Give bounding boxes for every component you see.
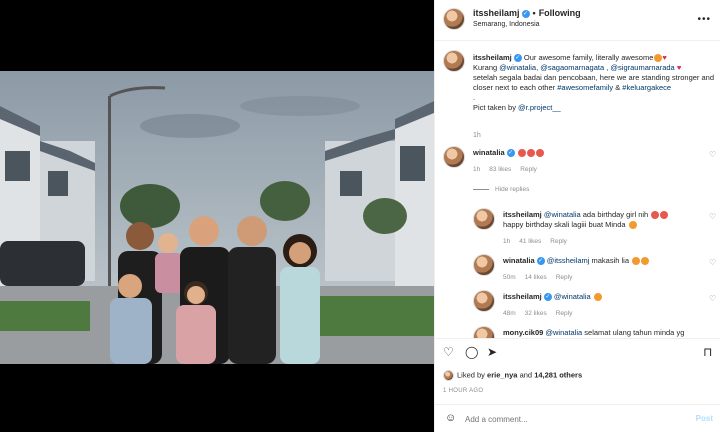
avatar[interactable] xyxy=(473,326,495,338)
heart-icon[interactable]: ♡ xyxy=(709,258,716,268)
mention-link[interactable]: @itssheilamj xyxy=(547,256,590,265)
reply-comment: mony.cik09 @winatalia selamat ulang tahu… xyxy=(473,326,719,338)
avatar[interactable] xyxy=(443,146,465,168)
comment-time[interactable]: 1h xyxy=(503,238,510,245)
reply-comment: itssheilamj @winatalia ada birthday girl… xyxy=(473,208,719,250)
reply-button[interactable]: Reply xyxy=(556,274,573,281)
caption-word: & xyxy=(615,83,621,92)
caption-username[interactable]: itssheilamj xyxy=(473,53,512,62)
following-button[interactable]: Following xyxy=(539,8,581,18)
reply-button[interactable]: Reply xyxy=(556,310,573,317)
comment-text: ada birthday girl nih xyxy=(582,210,649,219)
emoji-icon xyxy=(632,257,641,266)
header-username[interactable]: itssheilamj xyxy=(473,8,520,18)
emoji-icon xyxy=(526,149,535,158)
post-header: itssheilamj ✓ • Following Semarang, Indones… xyxy=(435,0,720,41)
avatar[interactable] xyxy=(473,208,495,230)
comment-likes[interactable]: 41 likes xyxy=(519,238,541,245)
hashtag-link[interactable]: #awesomefamily xyxy=(557,83,613,92)
heart-emoji-icon: ♥ xyxy=(662,53,667,62)
heart-icon[interactable]: ♡ xyxy=(709,150,716,160)
mention-link[interactable]: @r.project__ xyxy=(518,103,561,112)
heart-icon[interactable]: ♡ xyxy=(709,212,716,222)
avatar[interactable] xyxy=(473,254,495,276)
caption-word: . xyxy=(473,93,476,102)
post-modal: itssheilamj ✓ • Following Semarang, Indones… xyxy=(0,0,720,432)
liker-username[interactable]: erie_nya xyxy=(487,370,517,379)
comment-username[interactable]: winatalia xyxy=(503,256,535,265)
separator-dot: • xyxy=(532,8,536,18)
comment-username[interactable]: itssheilamj xyxy=(503,210,542,219)
post-button[interactable]: Post xyxy=(696,414,713,423)
mention-link[interactable]: @winatalia xyxy=(544,210,581,219)
comment-username[interactable]: itssheilamj xyxy=(503,292,542,301)
emoji-icon xyxy=(641,257,650,266)
emoji-icon xyxy=(660,211,669,220)
smile-icon[interactable]: ☺ xyxy=(445,412,456,424)
mention-link[interactable]: @sagaomarnagata xyxy=(540,63,604,72)
mention-link[interactable]: @sigraumarnarada xyxy=(610,63,674,72)
comment-time[interactable]: 48m xyxy=(503,310,516,317)
comment-text: makasih lia xyxy=(591,256,630,265)
add-comment-bar: ☺ Post xyxy=(435,404,720,432)
likes-and: and xyxy=(519,370,533,380)
comments-list[interactable]: itssheilamj ✓ Our awesome family, literal… xyxy=(435,42,720,338)
likes-summary: Liked by erie_nya and 14,281 others xyxy=(443,370,582,381)
emoji-icon xyxy=(628,221,637,230)
post-timestamp[interactable]: 1 HOUR AGO xyxy=(443,388,483,394)
likes-prefix: Liked by xyxy=(457,370,485,380)
reply-comment: winatalia ✓ @itssheilamj makasih lia 50m 1… xyxy=(473,254,719,286)
reply-comment: itssheilamj ✓ @winatalia 48m 32 likes Reply… xyxy=(473,290,719,322)
verified-icon: ✓ xyxy=(536,257,545,266)
avatar[interactable] xyxy=(443,50,465,72)
comment-input[interactable] xyxy=(465,412,665,426)
likes-count[interactable]: 14,281 others xyxy=(534,370,582,379)
bookmark-icon[interactable]: ⊓ xyxy=(703,346,712,358)
media-panel xyxy=(0,0,434,432)
comment-username[interactable]: mony.cik09 xyxy=(503,328,543,337)
comment-time[interactable]: 1h xyxy=(473,166,480,173)
reply-button[interactable]: Reply xyxy=(550,238,567,245)
comment-likes[interactable]: 14 likes xyxy=(525,274,547,281)
verified-icon: ✓ xyxy=(543,293,552,302)
verified-icon: ✓ xyxy=(513,54,522,63)
emoji-icon xyxy=(593,293,602,302)
comment: winatalia ✓ 1h 83 likes Reply ♡ xyxy=(443,146,719,176)
verified-icon: ✓ xyxy=(521,9,530,18)
post-photo[interactable] xyxy=(0,71,434,364)
avatar[interactable] xyxy=(443,8,465,30)
heart-icon[interactable]: ♡ xyxy=(709,294,716,304)
caption-text: itssheilamj ✓ Our awesome family, literal… xyxy=(473,53,715,112)
verified-icon: ✓ xyxy=(506,149,515,158)
emoji-icon xyxy=(517,149,526,158)
comment-text: happy birthday skali lagiii buat Minda xyxy=(503,220,626,229)
share-icon[interactable]: ➤ xyxy=(487,346,497,358)
mention-link[interactable]: @winatalia xyxy=(499,63,536,72)
comment-username[interactable]: winatalia xyxy=(473,148,505,157)
heart-emoji-icon: ♥ xyxy=(676,63,682,72)
heart-icon[interactable]: ♡ xyxy=(443,346,454,358)
side-panel: itssheilamj ✓ • Following Semarang, Indones… xyxy=(434,0,720,432)
mention-link[interactable]: @winatalia xyxy=(554,292,591,301)
avatar[interactable] xyxy=(473,290,495,312)
caption-line: Our awesome family, literally awesome xyxy=(523,53,654,62)
location-link[interactable]: Semarang, Indonesia xyxy=(473,21,540,28)
hashtag-link[interactable]: #keluargakece xyxy=(622,83,671,92)
emoji-icon xyxy=(651,211,660,220)
comment-likes[interactable]: 32 likes xyxy=(525,310,547,317)
caption-word: Pict taken by xyxy=(473,103,516,112)
mention-link[interactable]: @winatalia xyxy=(545,328,582,337)
caption-word: Kurang xyxy=(473,63,498,72)
action-bar: ♡ ◯ ➤ ⊓ xyxy=(435,338,720,362)
comment-icon[interactable]: ◯ xyxy=(465,346,478,358)
more-icon[interactable]: ••• xyxy=(697,14,711,25)
comment-likes[interactable]: 83 likes xyxy=(489,166,511,173)
reply-button[interactable]: Reply xyxy=(520,166,537,173)
caption-time[interactable]: 1h xyxy=(473,132,481,139)
avatar[interactable] xyxy=(443,370,454,381)
emoji-icon xyxy=(535,149,544,158)
comment-time[interactable]: 50m xyxy=(503,274,516,281)
hide-replies-button[interactable]: Hide replies xyxy=(473,186,529,193)
comment-text: selamat ulang tahun minda yg xyxy=(584,328,685,337)
